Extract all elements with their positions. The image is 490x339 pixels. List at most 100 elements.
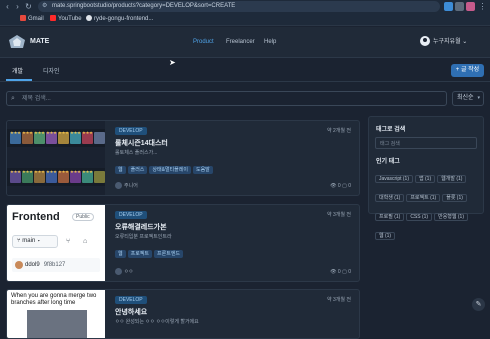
bookmark-youtube[interactable]: YouTube: [50, 15, 82, 24]
popular-tag-list: Javascript (1) 앱 (1) 웹개발 (1) 대학생 (1) 프로젝트 (1…: [375, 167, 479, 243]
popular-tag[interactable]: 웹개발 (1): [437, 175, 467, 183]
post-subtitle: 롤토체스 플러스가...: [115, 150, 158, 156]
divider: [0, 81, 490, 82]
address-bar[interactable]: ⚙ mate.springbootstudio/products?categor…: [38, 1, 440, 12]
avatar: [420, 36, 430, 47]
tag[interactable]: 웹: [115, 250, 126, 258]
meme-image: [27, 310, 87, 338]
git-branch-icon: ⑂: [66, 238, 71, 245]
gmail-icon: [20, 15, 26, 21]
chat-icon: ✎: [475, 301, 482, 308]
browser-toolbar: ‹ › ↻ ⚙ mate.springbootstudio/products?c…: [0, 0, 490, 13]
github-icon: [86, 15, 92, 21]
nav-freelancer[interactable]: Freelancer: [226, 39, 255, 45]
latest-commit: ddol9 9f8b127: [12, 258, 100, 272]
tag[interactable]: 웹: [115, 166, 126, 174]
post-thumbnail: ★★★ ★★★ ★★★ ★★★ ★★★ ★★★ ★★★ ★★★ ★★★ ★★★ …: [7, 121, 105, 195]
chevron-down-icon: ▾: [477, 95, 480, 101]
popular-tag[interactable]: 앱 (1): [415, 175, 436, 183]
tag-search-input[interactable]: [380, 139, 474, 148]
tag-icon: ⌂: [83, 238, 88, 245]
popular-tag[interactable]: 반응형웹 (1): [434, 213, 468, 221]
comment-icon: ▢: [342, 269, 347, 275]
popular-tag[interactable]: 프로필 (1): [375, 213, 405, 221]
post-title[interactable]: 롤체시즌14대스터: [115, 138, 168, 148]
search-box[interactable]: ⌕: [6, 91, 447, 106]
post-stats: 👁 0 ▢ 0: [330, 183, 351, 189]
extension-icon-2[interactable]: [466, 2, 475, 11]
thumbnail-image-2: ★★★ ★★★ ★★★ ★★★ ★★★ ★★★ ★★★: [7, 168, 105, 186]
sort-value: 최신순: [457, 95, 474, 101]
thumbnail-image: ★★★ ★★★ ★★★ ★★★ ★★★ ★★★ ★★★: [7, 129, 105, 147]
post-title[interactable]: 안녕하세요: [115, 307, 147, 317]
popular-tag[interactable]: 대학생 (1): [375, 194, 405, 202]
post-author: ㅇㅇ: [115, 268, 133, 275]
post-title[interactable]: 오류해결레드가본: [115, 222, 167, 232]
nav-help[interactable]: Help: [264, 39, 276, 45]
scroll-top-button[interactable]: ✎: [472, 298, 485, 311]
comment-icon: ▢: [342, 183, 347, 189]
meme-caption: When you are gonna merge two branches af…: [11, 293, 97, 306]
nav-product[interactable]: Product: [193, 39, 214, 45]
search-icon: ⌕: [11, 95, 15, 102]
category-badge: DEVELOP: [115, 127, 147, 135]
tag-list: 웹 프로젝트 프론트엔드: [115, 242, 185, 258]
tag-list: 웹 플러스 상태&멀티플레이 도움말: [115, 158, 215, 174]
post-date: 약 2개월 전: [327, 128, 351, 134]
popular-tag[interactable]: CSS (1): [406, 213, 433, 221]
chevron-down-icon: ⌄: [462, 39, 468, 45]
menu-icon[interactable]: ⋮: [478, 2, 487, 11]
author-avatar: [115, 268, 122, 275]
user-menu[interactable]: 누구지유월 ⌄: [420, 36, 467, 48]
popular-tag[interactable]: 플롯 (1): [442, 194, 467, 202]
tag[interactable]: 도움말: [192, 166, 213, 174]
tag-search-title: 태그로 검색: [376, 127, 406, 133]
tab-design[interactable]: 디자인: [43, 66, 60, 75]
post-subtitle: ㅇㅇ 완성되는 ㅇㅇ ㅇㅇ이렇게 할거에요: [115, 319, 199, 325]
post-subtitle: 오류티입분 프로젝트인트라: [115, 234, 172, 240]
search-input[interactable]: [22, 94, 422, 104]
app-header: MATE Product Freelancer Help 누구지유월 ⌄: [0, 27, 490, 58]
repo-name: Frontend: [12, 211, 60, 223]
popular-tags-title: 인기 태그: [376, 159, 400, 165]
reload-icon[interactable]: ↻: [24, 2, 33, 11]
branch-icon: ⑂: [17, 238, 21, 244]
post-date: 약 3개월 전: [327, 297, 351, 303]
popular-tag[interactable]: 프로젝트 (1): [406, 194, 441, 202]
tag-search-box[interactable]: [375, 137, 477, 149]
eye-icon: 👁: [330, 183, 337, 189]
youtube-icon: [50, 15, 56, 21]
commit-avatar: [15, 261, 23, 269]
post-stats: 👁 0 ▢ 0: [330, 269, 351, 275]
branch-select: ⑂ main ▾: [12, 235, 58, 248]
bookmark-gmail[interactable]: Gmail: [20, 15, 44, 24]
popular-tag[interactable]: Javascript (1): [375, 175, 414, 183]
post-card[interactable]: ★★★ ★★★ ★★★ ★★★ ★★★ ★★★ ★★★ ★★★ ★★★ ★★★ …: [6, 120, 360, 196]
tag[interactable]: 프론트엔드: [154, 250, 184, 258]
url-text: mate.springbootstudio/products?category=…: [52, 3, 236, 9]
post-card[interactable]: Frontend Public ⑂ main ▾ ⑂ ⌂ ddol9 9f8b12…: [6, 204, 360, 282]
popular-tag[interactable]: 웹 (1): [375, 232, 396, 240]
forward-icon[interactable]: ›: [13, 2, 22, 11]
bookmark-github[interactable]: ryde-gongu-frontend...: [86, 15, 153, 24]
logo-icon[interactable]: [8, 34, 26, 50]
write-post-button[interactable]: + 글 작성: [451, 64, 484, 77]
tag[interactable]: 상태&멀티플레이: [149, 166, 191, 174]
author-avatar: [115, 182, 122, 189]
tag-sidebar: 태그로 검색 인기 태그 Javascript (1)앱 (1)웹개발 (1) 대…: [368, 116, 484, 240]
bookmarks-bar: Gmail YouTube ryde-gongu-frontend...: [0, 13, 490, 26]
post-author: 주니어: [115, 182, 138, 189]
sort-select[interactable]: 최신순 ▾: [452, 91, 484, 106]
extension-icon[interactable]: [444, 2, 453, 11]
post-date: 약 3개월 전: [327, 212, 351, 218]
tag[interactable]: 플러스: [127, 166, 148, 174]
site-info-icon[interactable]: ⚙: [42, 1, 47, 12]
profile-icon[interactable]: [455, 2, 464, 11]
post-card[interactable]: When you are gonna merge two branches af…: [6, 289, 360, 339]
post-thumbnail: When you are gonna merge two branches af…: [7, 290, 105, 338]
logo-text[interactable]: MATE: [30, 38, 49, 45]
back-icon[interactable]: ‹: [3, 2, 12, 11]
tag[interactable]: 프로젝트: [127, 250, 153, 258]
category-badge: DEVELOP: [115, 211, 147, 219]
tab-develop[interactable]: 개발: [12, 66, 23, 75]
